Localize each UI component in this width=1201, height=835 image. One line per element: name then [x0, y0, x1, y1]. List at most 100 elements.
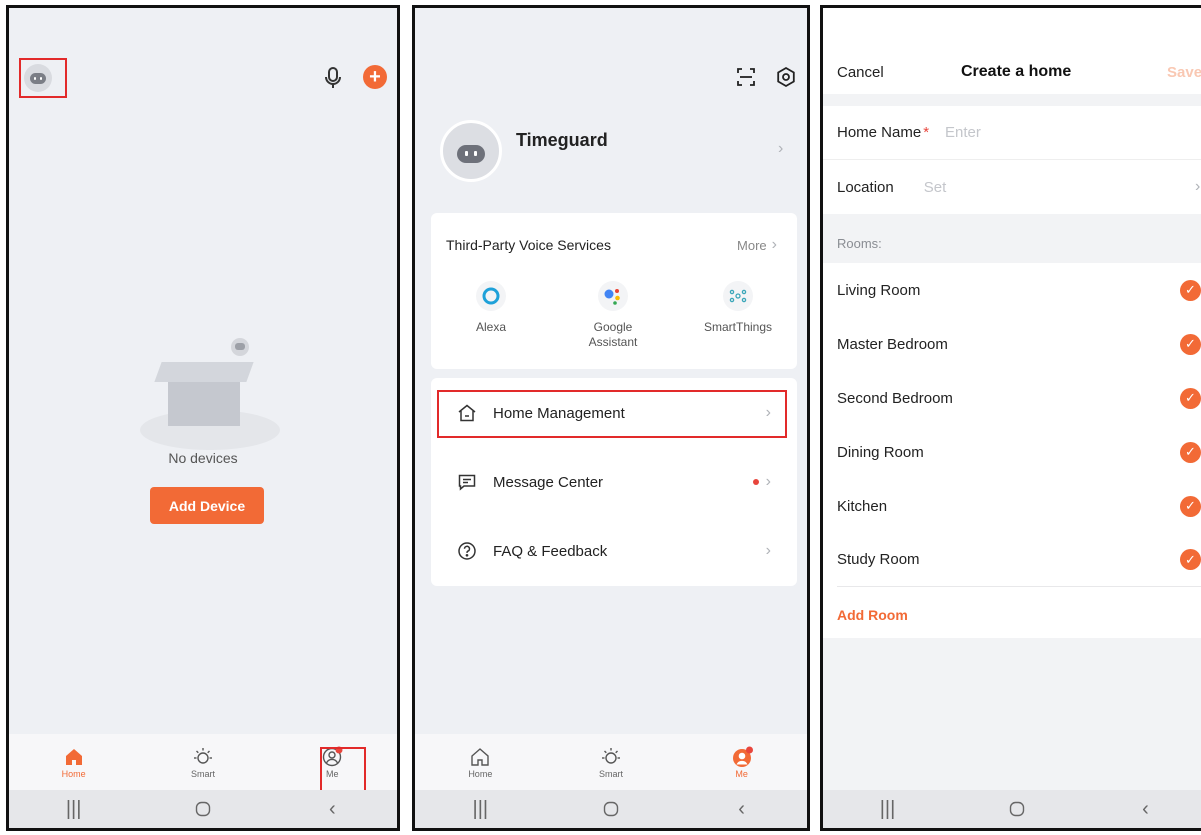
room-label: Living Room [837, 281, 921, 299]
message-icon [457, 472, 479, 492]
voice-service-alexa[interactable]: Alexa [465, 281, 517, 334]
tab-label: Home [61, 769, 86, 779]
room-row[interactable]: Master Bedroom ✓ [823, 317, 1201, 371]
add-device-button[interactable]: Add Device [150, 487, 264, 524]
room-label: Second Bedroom [837, 389, 953, 407]
tab-smart[interactable]: Smart [571, 745, 651, 779]
check-icon[interactable]: ✓ [1180, 333, 1201, 355]
check-icon[interactable]: ✓ [1180, 387, 1201, 409]
menu-message-center[interactable]: Message Center › [431, 462, 797, 502]
screen-create-home: Cancel Create a home Save Home Name * En… [820, 5, 1201, 831]
highlight-home-management [437, 390, 787, 438]
service-label: SmartThings [703, 320, 773, 334]
add-room-button[interactable]: Add Room [837, 607, 908, 623]
rooms-section: Living Room ✓ Master Bedroom ✓ Second Be… [823, 263, 1201, 638]
cancel-button[interactable]: Cancel [837, 64, 884, 81]
smartthings-icon [723, 281, 753, 311]
room-label: Kitchen [837, 497, 888, 515]
home-nav-icon[interactable] [987, 790, 1047, 828]
voice-services-card: Third-Party Voice Services More › Alexa G… [431, 213, 797, 369]
highlight-avatar [19, 58, 67, 98]
location-label: Location [837, 178, 894, 196]
home-name-input[interactable]: Enter [945, 124, 981, 141]
service-label: Alexa [475, 320, 507, 334]
tab-label: Smart [190, 769, 215, 779]
add-icon[interactable]: + [363, 65, 387, 89]
recents-nav-icon[interactable]: ||| [450, 790, 510, 828]
profile-avatar[interactable] [440, 120, 502, 182]
check-icon[interactable]: ✓ [1180, 441, 1201, 463]
sun-icon [192, 745, 214, 769]
home-nav-icon[interactable] [581, 790, 641, 828]
check-icon[interactable]: ✓ [1180, 279, 1201, 301]
room-row[interactable]: Kitchen ✓ [823, 479, 1201, 533]
home-name-row[interactable]: Home Name * Enter [823, 106, 1201, 160]
tab-smart[interactable]: Smart [163, 745, 243, 779]
check-icon[interactable]: ✓ [1180, 549, 1201, 570]
required-mark: * [923, 124, 930, 141]
back-nav-icon[interactable]: ‹ [302, 790, 362, 828]
screen-home: + No devices Add Device Home Smart Me ||… [6, 5, 400, 831]
system-nav-bar: ||| ‹ [415, 790, 807, 828]
recents-nav-icon[interactable]: ||| [858, 790, 918, 828]
room-label: Master Bedroom [837, 335, 948, 353]
service-label: Google Assistant [588, 320, 638, 349]
menu-label: Message Center [493, 473, 604, 491]
chevron-right-icon: › [771, 236, 777, 253]
back-nav-icon[interactable]: ‹ [1116, 790, 1176, 828]
scan-icon[interactable] [736, 67, 756, 87]
tab-home[interactable]: Home [34, 745, 114, 779]
tab-home[interactable]: Home [440, 745, 520, 779]
menu-faq-feedback[interactable]: FAQ & Feedback › [431, 531, 797, 571]
form-section: Home Name * Enter Location Set › [823, 106, 1201, 214]
home-nav-icon[interactable] [173, 790, 233, 828]
profile-chevron-icon[interactable]: › [778, 140, 783, 158]
menu-label: FAQ & Feedback [493, 542, 608, 560]
home-name-label: Home Name [837, 124, 922, 141]
system-nav-bar: ||| ‹ [9, 790, 397, 828]
room-row[interactable]: Second Bedroom ✓ [823, 371, 1201, 425]
recents-nav-icon[interactable]: ||| [44, 790, 104, 828]
voice-services-title: Third-Party Voice Services [446, 237, 611, 253]
home-icon [64, 745, 84, 769]
empty-box-illustration [140, 328, 280, 450]
sun-icon [600, 745, 622, 769]
question-icon [457, 541, 479, 561]
chevron-right-icon: › [765, 473, 771, 490]
tab-bar: Home Smart Me [415, 734, 807, 790]
back-nav-icon[interactable]: ‹ [712, 790, 772, 828]
chevron-right-icon: › [1195, 178, 1201, 195]
location-row[interactable]: Location Set › [823, 160, 1201, 214]
rooms-header: Rooms: [837, 236, 882, 251]
save-button[interactable]: Save [1167, 64, 1201, 81]
tab-me[interactable]: Me [702, 745, 782, 779]
settings-icon[interactable] [775, 66, 797, 88]
microphone-icon[interactable] [322, 66, 344, 90]
tab-label: Me [735, 769, 748, 779]
location-value: Set [923, 178, 947, 196]
voice-service-smartthings[interactable]: SmartThings [693, 281, 783, 334]
alexa-icon [476, 281, 506, 311]
room-row[interactable]: Living Room ✓ [823, 263, 1201, 317]
highlight-me-tab [320, 747, 366, 795]
room-label: Study Room [837, 551, 920, 568]
home-icon [470, 745, 490, 769]
header-bar: Cancel Create a home Save [823, 8, 1201, 94]
user-name[interactable]: Timeguard [516, 130, 608, 151]
profile-icon [731, 745, 753, 769]
check-icon[interactable]: ✓ [1180, 495, 1201, 517]
page-title: Create a home [961, 63, 1072, 80]
unread-dot [752, 479, 759, 485]
empty-state-text: No devices [168, 450, 238, 466]
voice-service-google[interactable]: Google Assistant [573, 281, 653, 350]
room-label: Dining Room [837, 443, 924, 461]
tab-label: Home [468, 769, 493, 779]
tab-label: Smart [598, 769, 623, 779]
google-assistant-icon [598, 281, 628, 311]
screen-me: Timeguard › Third-Party Voice Services M… [412, 5, 810, 831]
system-nav-bar: ||| ‹ [823, 790, 1201, 828]
chevron-right-icon: › [765, 542, 771, 559]
voice-more-link[interactable]: More › [737, 236, 777, 254]
room-row[interactable]: Study Room ✓ [837, 533, 1201, 587]
room-row[interactable]: Dining Room ✓ [823, 425, 1201, 479]
